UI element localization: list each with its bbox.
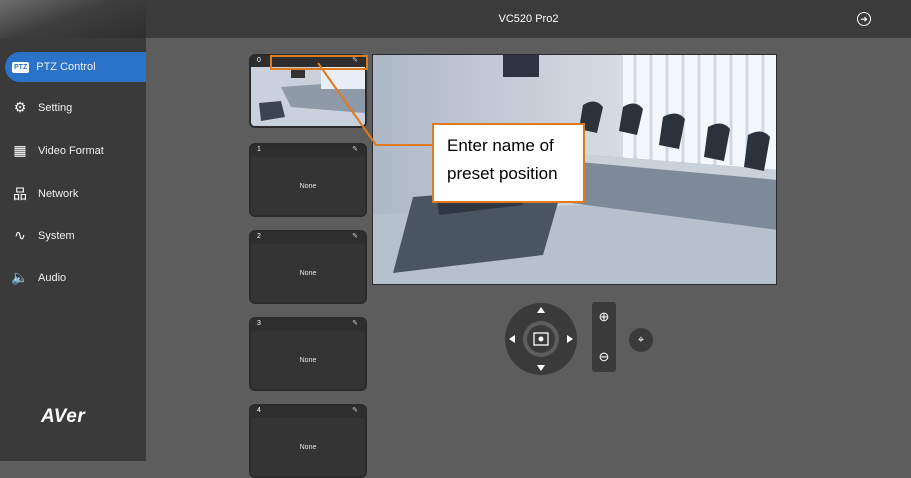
annotation-connector — [317, 62, 432, 146]
zoom-control: ⊕ ⊖ — [592, 302, 616, 372]
ptz-direction-pad[interactable] — [502, 302, 580, 376]
zoom-in-icon[interactable]: ⊕ — [595, 308, 613, 326]
auto-focus-icon[interactable]: ⌖ — [629, 328, 653, 352]
zoom-out-icon[interactable]: ⊖ — [595, 348, 613, 366]
annotation-callout: Enter name of preset position — [432, 123, 585, 203]
